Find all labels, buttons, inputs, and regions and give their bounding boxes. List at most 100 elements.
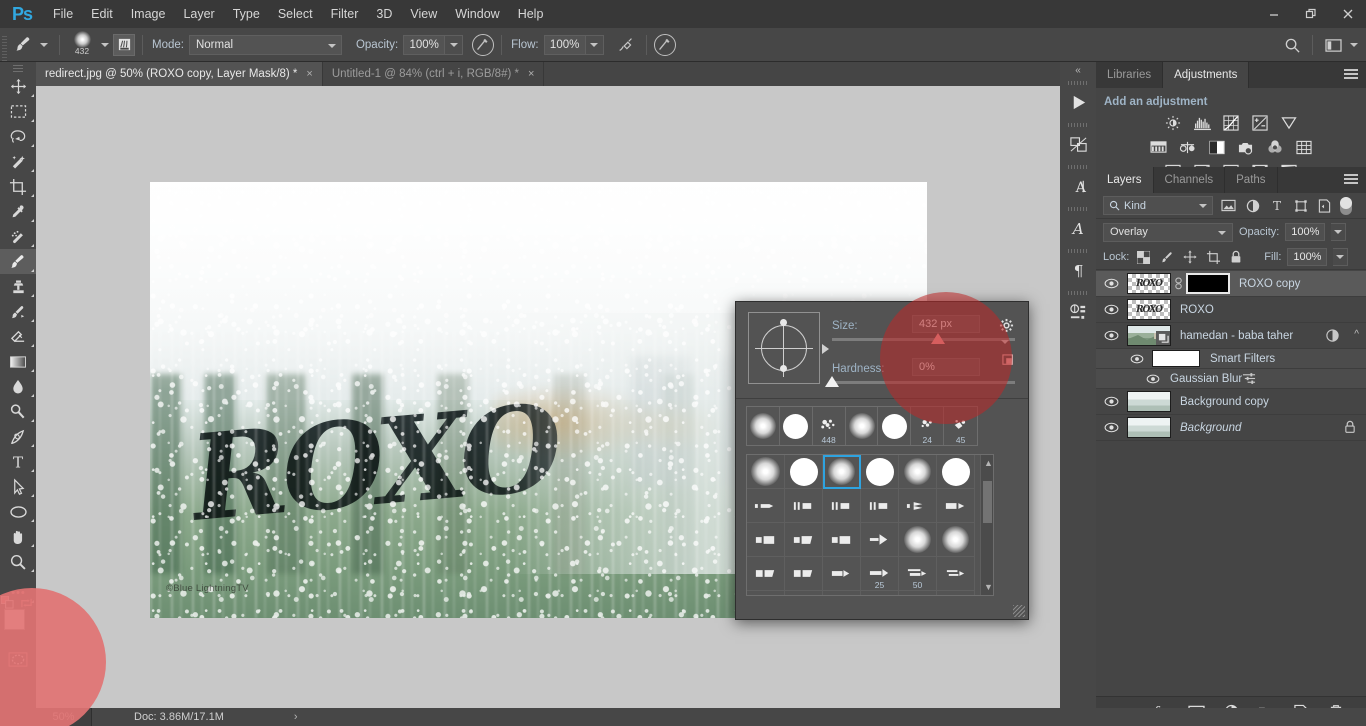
lock-position-icon[interactable]: [1181, 249, 1198, 266]
curves-icon[interactable]: [1221, 114, 1241, 132]
chevron-up-icon[interactable]: ▲: [984, 458, 993, 468]
brush-cell[interactable]: [937, 455, 975, 489]
color-balance-icon[interactable]: [1178, 138, 1198, 156]
opacity-chevron[interactable]: [1331, 223, 1347, 241]
close-icon[interactable]: [1329, 0, 1366, 28]
resize-grip-icon[interactable]: [1013, 605, 1025, 617]
document-tab-redirect[interactable]: redirect.jpg @ 50% (ROXO copy, Layer Mas…: [36, 62, 323, 86]
close-icon[interactable]: ×: [306, 68, 312, 80]
brush-cell[interactable]: [785, 557, 823, 591]
menu-select[interactable]: Select: [269, 0, 322, 28]
brush-panel-icon[interactable]: [113, 33, 135, 56]
brush-tip-angle-icon[interactable]: [748, 312, 829, 384]
tab-paths[interactable]: Paths: [1225, 167, 1278, 193]
brush-cell[interactable]: [899, 591, 937, 595]
color-swatches[interactable]: [0, 596, 36, 647]
brush-size-input[interactable]: 432 px: [912, 315, 980, 333]
brush-cell[interactable]: [785, 523, 823, 557]
brush-cell[interactable]: [747, 591, 785, 595]
brush-cell[interactable]: [937, 523, 975, 557]
restore-icon[interactable]: [1292, 0, 1329, 28]
default-colors-icon[interactable]: [1, 596, 14, 609]
path-selection-tool[interactable]: [0, 474, 36, 499]
menu-filter[interactable]: Filter: [322, 0, 368, 28]
brush-cell[interactable]: [823, 557, 861, 591]
move-tool[interactable]: [0, 74, 36, 99]
exposure-icon[interactable]: [1250, 114, 1270, 132]
pressure-size-icon[interactable]: [653, 33, 676, 56]
flow-chevron[interactable]: [585, 34, 604, 55]
brush-cell[interactable]: [937, 489, 975, 523]
minimize-icon[interactable]: [1255, 0, 1292, 28]
zoom-tool[interactable]: [0, 549, 36, 574]
layer-row-hamedan[interactable]: hamedan - baba taher ^: [1096, 323, 1366, 349]
type-tool[interactable]: T: [0, 449, 36, 474]
recent-brush-0[interactable]: [747, 407, 780, 445]
type-layer-filter-icon[interactable]: T: [1268, 197, 1285, 214]
brightness-contrast-icon[interactable]: [1163, 114, 1183, 132]
chevron-right-icon[interactable]: ›: [294, 711, 298, 723]
hue-saturation-icon[interactable]: [1149, 138, 1169, 156]
layer-blend-mode-select[interactable]: Overlay: [1103, 222, 1233, 242]
layer-row-background-copy[interactable]: Background copy: [1096, 389, 1366, 415]
brush-cell[interactable]: [747, 455, 785, 489]
brush-cell[interactable]: [747, 557, 785, 591]
brush-cell[interactable]: [785, 455, 823, 489]
history-brush-tool[interactable]: [0, 299, 36, 324]
brush-size-slider-knob[interactable]: [931, 333, 945, 344]
recent-brushes-row[interactable]: 448 24 45: [746, 406, 978, 446]
brush-cell[interactable]: [899, 523, 937, 557]
layer-thumbnail[interactable]: [1127, 325, 1171, 346]
pressure-opacity-icon[interactable]: [472, 33, 495, 56]
levels-icon[interactable]: [1192, 114, 1212, 132]
search-icon[interactable]: [1279, 33, 1305, 57]
brush-cell[interactable]: [823, 523, 861, 557]
brush-cell[interactable]: [823, 591, 861, 595]
flow-input[interactable]: 100%: [543, 34, 586, 55]
document-tab-untitled[interactable]: Untitled-1 @ 84% (ctrl + i, RGB/8#) * ×: [322, 62, 545, 86]
photo-filter-icon[interactable]: [1236, 138, 1256, 156]
menu-file[interactable]: File: [44, 0, 82, 28]
color-lookup-icon[interactable]: [1294, 138, 1314, 156]
chevron-up-icon[interactable]: ^: [1354, 329, 1359, 340]
new-preset-icon[interactable]: [1002, 354, 1016, 368]
filter-settings-icon[interactable]: [1242, 372, 1256, 385]
layer-comps-panel-button[interactable]: [1060, 120, 1096, 162]
close-icon[interactable]: ×: [528, 68, 534, 80]
gaussian-blur-filter-row[interactable]: Gaussian Blur: [1096, 369, 1366, 389]
menu-layer[interactable]: Layer: [174, 0, 223, 28]
rectangular-marquee-tool[interactable]: [0, 99, 36, 124]
properties-panel-button[interactable]: [1060, 288, 1096, 330]
visibility-eye-icon[interactable]: [1096, 271, 1126, 297]
brush-preset-picker[interactable]: 432: [67, 30, 97, 58]
brush-hardness-slider-track[interactable]: [832, 381, 1015, 384]
layer-thumbnail[interactable]: [1127, 391, 1171, 412]
layer-name[interactable]: ROXO: [1180, 304, 1214, 316]
ellipse-tool[interactable]: [0, 499, 36, 524]
brush-preset-picker-popup[interactable]: Size: 432 px Hardness: 0% 448 24 45 25 5…: [735, 301, 1029, 620]
brush-cell[interactable]: [899, 455, 937, 489]
tab-adjustments[interactable]: Adjustments: [1163, 62, 1250, 88]
layer-thumbnail[interactable]: ROXO: [1127, 299, 1171, 320]
foreground-color-swatch[interactable]: [4, 609, 25, 630]
layer-thumbnail[interactable]: ROXO: [1127, 273, 1171, 294]
workspace-switcher-icon[interactable]: [1320, 33, 1346, 57]
adjustment-layer-filter-icon[interactable]: [1244, 197, 1261, 214]
smart-filter-icon[interactable]: [1325, 328, 1340, 343]
channel-mixer-icon[interactable]: [1265, 138, 1285, 156]
menu-window[interactable]: Window: [446, 0, 508, 28]
brush-cell[interactable]: [937, 591, 975, 595]
brush-tool-icon[interactable]: [10, 33, 36, 57]
timeline-panel-button[interactable]: [1060, 78, 1096, 120]
menu-help[interactable]: Help: [509, 0, 553, 28]
layer-row-roxo-copy[interactable]: ROXO ROXO copy: [1096, 271, 1366, 297]
visibility-eye-icon[interactable]: [1096, 415, 1126, 441]
brush-grid-scrollbar[interactable]: ▲ ▼: [980, 455, 993, 595]
brush-cell[interactable]: [937, 557, 975, 591]
lock-all-icon[interactable]: [1227, 249, 1244, 266]
dodge-tool[interactable]: [0, 399, 36, 424]
brush-size-slider-track[interactable]: [832, 338, 1015, 341]
brush-cell[interactable]: 25: [861, 557, 899, 591]
smart-filters-row[interactable]: Smart Filters: [1096, 349, 1366, 369]
layer-row-roxo[interactable]: ROXO ROXO: [1096, 297, 1366, 323]
